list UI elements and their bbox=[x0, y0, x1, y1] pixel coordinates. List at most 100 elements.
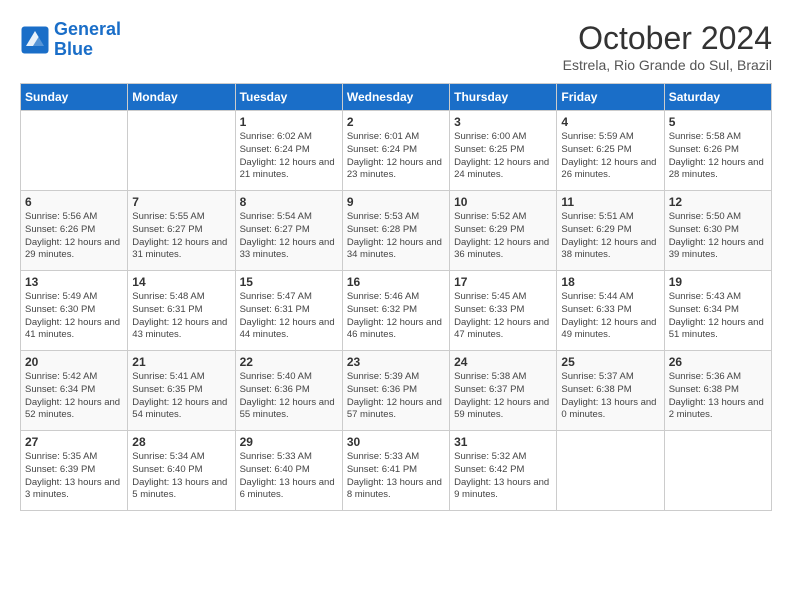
calendar-header-row: SundayMondayTuesdayWednesdayThursdayFrid… bbox=[21, 84, 772, 111]
calendar-cell: 22 Sunrise: 5:40 AM Sunset: 6:36 PM Dayli… bbox=[235, 351, 342, 431]
day-number: 16 bbox=[347, 275, 445, 289]
day-info: Sunrise: 5:48 AM Sunset: 6:31 PM Dayligh… bbox=[132, 291, 230, 342]
day-number: 20 bbox=[25, 355, 123, 369]
day-number: 25 bbox=[561, 355, 659, 369]
weekday-header: Sunday bbox=[21, 84, 128, 111]
day-info: Sunrise: 5:34 AM Sunset: 6:40 PM Dayligh… bbox=[132, 451, 230, 502]
day-number: 18 bbox=[561, 275, 659, 289]
calendar-cell: 28 Sunrise: 5:34 AM Sunset: 6:40 PM Dayli… bbox=[128, 431, 235, 511]
calendar-cell: 9 Sunrise: 5:53 AM Sunset: 6:28 PM Daylig… bbox=[342, 191, 449, 271]
calendar-cell: 29Sunrise: 5:33 AM Sunset: 6:40 PM Dayli… bbox=[235, 431, 342, 511]
day-number: 26 bbox=[669, 355, 767, 369]
day-number: 29 bbox=[240, 435, 338, 449]
calendar-cell bbox=[557, 431, 664, 511]
day-number: 2 bbox=[347, 115, 445, 129]
day-info: Sunrise: 6:01 AM Sunset: 6:24 PM Dayligh… bbox=[347, 131, 445, 182]
day-number: 22 bbox=[240, 355, 338, 369]
day-info: Sunrise: 5:33 AM Sunset: 6:41 PM Dayligh… bbox=[347, 451, 445, 502]
calendar-cell: 27 Sunrise: 5:35 AM Sunset: 6:39 PM Dayli… bbox=[21, 431, 128, 511]
day-info: Sunrise: 5:56 AM Sunset: 6:26 PM Dayligh… bbox=[25, 211, 123, 262]
calendar-cell: 16 Sunrise: 5:46 AM Sunset: 6:32 PM Dayli… bbox=[342, 271, 449, 351]
day-info: Sunrise: 5:53 AM Sunset: 6:28 PM Dayligh… bbox=[347, 211, 445, 262]
day-number: 23 bbox=[347, 355, 445, 369]
day-info: Sunrise: 5:46 AM Sunset: 6:32 PM Dayligh… bbox=[347, 291, 445, 342]
calendar-cell: 11 Sunrise: 5:51 AM Sunset: 6:29 PM Dayli… bbox=[557, 191, 664, 271]
location: Estrela, Rio Grande do Sul, Brazil bbox=[563, 57, 772, 73]
day-info: Sunrise: 5:32 AM Sunset: 6:42 PM Dayligh… bbox=[454, 451, 552, 502]
calendar-cell: 31 Sunrise: 5:32 AM Sunset: 6:42 PM Dayli… bbox=[450, 431, 557, 511]
day-info: Sunrise: 5:43 AM Sunset: 6:34 PM Dayligh… bbox=[669, 291, 767, 342]
weekday-header: Monday bbox=[128, 84, 235, 111]
day-number: 9 bbox=[347, 195, 445, 209]
weekday-header: Saturday bbox=[664, 84, 771, 111]
day-number: 31 bbox=[454, 435, 552, 449]
day-number: 12 bbox=[669, 195, 767, 209]
calendar-week-row: 6Sunrise: 5:56 AM Sunset: 6:26 PM Daylig… bbox=[21, 191, 772, 271]
logo-line2: Blue bbox=[54, 39, 93, 59]
calendar-cell: 21Sunrise: 5:41 AM Sunset: 6:35 PM Dayli… bbox=[128, 351, 235, 431]
day-info: Sunrise: 6:00 AM Sunset: 6:25 PM Dayligh… bbox=[454, 131, 552, 182]
calendar-cell: 2 Sunrise: 6:01 AM Sunset: 6:24 PM Daylig… bbox=[342, 111, 449, 191]
day-number: 8 bbox=[240, 195, 338, 209]
logo-icon bbox=[20, 25, 50, 55]
calendar-cell: 1 Sunrise: 6:02 AM Sunset: 6:24 PM Daylig… bbox=[235, 111, 342, 191]
day-number: 15 bbox=[240, 275, 338, 289]
calendar-cell bbox=[128, 111, 235, 191]
day-number: 11 bbox=[561, 195, 659, 209]
weekday-header: Tuesday bbox=[235, 84, 342, 111]
day-info: Sunrise: 5:59 AM Sunset: 6:25 PM Dayligh… bbox=[561, 131, 659, 182]
calendar-cell: 10 Sunrise: 5:52 AM Sunset: 6:29 PM Dayli… bbox=[450, 191, 557, 271]
day-info: Sunrise: 5:50 AM Sunset: 6:30 PM Dayligh… bbox=[669, 211, 767, 262]
day-number: 13 bbox=[25, 275, 123, 289]
day-info: Sunrise: 5:36 AM Sunset: 6:38 PM Dayligh… bbox=[669, 371, 767, 422]
day-number: 4 bbox=[561, 115, 659, 129]
day-info: Sunrise: 5:37 AM Sunset: 6:38 PM Dayligh… bbox=[561, 371, 659, 422]
day-number: 3 bbox=[454, 115, 552, 129]
weekday-header: Wednesday bbox=[342, 84, 449, 111]
day-info: Sunrise: 5:52 AM Sunset: 6:29 PM Dayligh… bbox=[454, 211, 552, 262]
day-info: Sunrise: 6:02 AM Sunset: 6:24 PM Dayligh… bbox=[240, 131, 338, 182]
logo-text: General Blue bbox=[54, 20, 121, 60]
calendar-cell: 8Sunrise: 5:54 AM Sunset: 6:27 PM Daylig… bbox=[235, 191, 342, 271]
calendar-cell: 14Sunrise: 5:48 AM Sunset: 6:31 PM Dayli… bbox=[128, 271, 235, 351]
calendar-cell: 13Sunrise: 5:49 AM Sunset: 6:30 PM Dayli… bbox=[21, 271, 128, 351]
calendar-cell: 3 Sunrise: 6:00 AM Sunset: 6:25 PM Daylig… bbox=[450, 111, 557, 191]
day-number: 24 bbox=[454, 355, 552, 369]
day-number: 7 bbox=[132, 195, 230, 209]
day-number: 30 bbox=[347, 435, 445, 449]
weekday-header: Thursday bbox=[450, 84, 557, 111]
day-info: Sunrise: 5:40 AM Sunset: 6:36 PM Dayligh… bbox=[240, 371, 338, 422]
day-number: 17 bbox=[454, 275, 552, 289]
day-number: 5 bbox=[669, 115, 767, 129]
day-number: 1 bbox=[240, 115, 338, 129]
calendar-cell bbox=[664, 431, 771, 511]
calendar-cell: 20 Sunrise: 5:42 AM Sunset: 6:34 PM Dayli… bbox=[21, 351, 128, 431]
day-number: 27 bbox=[25, 435, 123, 449]
calendar-cell: 4 Sunrise: 5:59 AM Sunset: 6:25 PM Daylig… bbox=[557, 111, 664, 191]
calendar-table: SundayMondayTuesdayWednesdayThursdayFrid… bbox=[20, 83, 772, 511]
calendar-week-row: 13Sunrise: 5:49 AM Sunset: 6:30 PM Dayli… bbox=[21, 271, 772, 351]
calendar-week-row: 1 Sunrise: 6:02 AM Sunset: 6:24 PM Daylig… bbox=[21, 111, 772, 191]
day-info: Sunrise: 5:35 AM Sunset: 6:39 PM Dayligh… bbox=[25, 451, 123, 502]
day-info: Sunrise: 5:44 AM Sunset: 6:33 PM Dayligh… bbox=[561, 291, 659, 342]
day-number: 10 bbox=[454, 195, 552, 209]
day-number: 21 bbox=[132, 355, 230, 369]
day-info: Sunrise: 5:51 AM Sunset: 6:29 PM Dayligh… bbox=[561, 211, 659, 262]
calendar-cell: 30 Sunrise: 5:33 AM Sunset: 6:41 PM Dayli… bbox=[342, 431, 449, 511]
calendar-cell: 18 Sunrise: 5:44 AM Sunset: 6:33 PM Dayli… bbox=[557, 271, 664, 351]
calendar-cell: 24 Sunrise: 5:38 AM Sunset: 6:37 PM Dayli… bbox=[450, 351, 557, 431]
day-number: 28 bbox=[132, 435, 230, 449]
calendar-week-row: 27 Sunrise: 5:35 AM Sunset: 6:39 PM Dayli… bbox=[21, 431, 772, 511]
calendar-cell: 25 Sunrise: 5:37 AM Sunset: 6:38 PM Dayli… bbox=[557, 351, 664, 431]
calendar-cell: 15Sunrise: 5:47 AM Sunset: 6:31 PM Dayli… bbox=[235, 271, 342, 351]
page-header: General Blue October 2024 Estrela, Rio G… bbox=[20, 20, 772, 73]
calendar-cell: 6Sunrise: 5:56 AM Sunset: 6:26 PM Daylig… bbox=[21, 191, 128, 271]
day-info: Sunrise: 5:45 AM Sunset: 6:33 PM Dayligh… bbox=[454, 291, 552, 342]
day-info: Sunrise: 5:55 AM Sunset: 6:27 PM Dayligh… bbox=[132, 211, 230, 262]
day-info: Sunrise: 5:38 AM Sunset: 6:37 PM Dayligh… bbox=[454, 371, 552, 422]
calendar-cell: 23Sunrise: 5:39 AM Sunset: 6:36 PM Dayli… bbox=[342, 351, 449, 431]
calendar-week-row: 20 Sunrise: 5:42 AM Sunset: 6:34 PM Dayli… bbox=[21, 351, 772, 431]
day-info: Sunrise: 5:42 AM Sunset: 6:34 PM Dayligh… bbox=[25, 371, 123, 422]
day-info: Sunrise: 5:58 AM Sunset: 6:26 PM Dayligh… bbox=[669, 131, 767, 182]
logo-line1: General bbox=[54, 19, 121, 39]
